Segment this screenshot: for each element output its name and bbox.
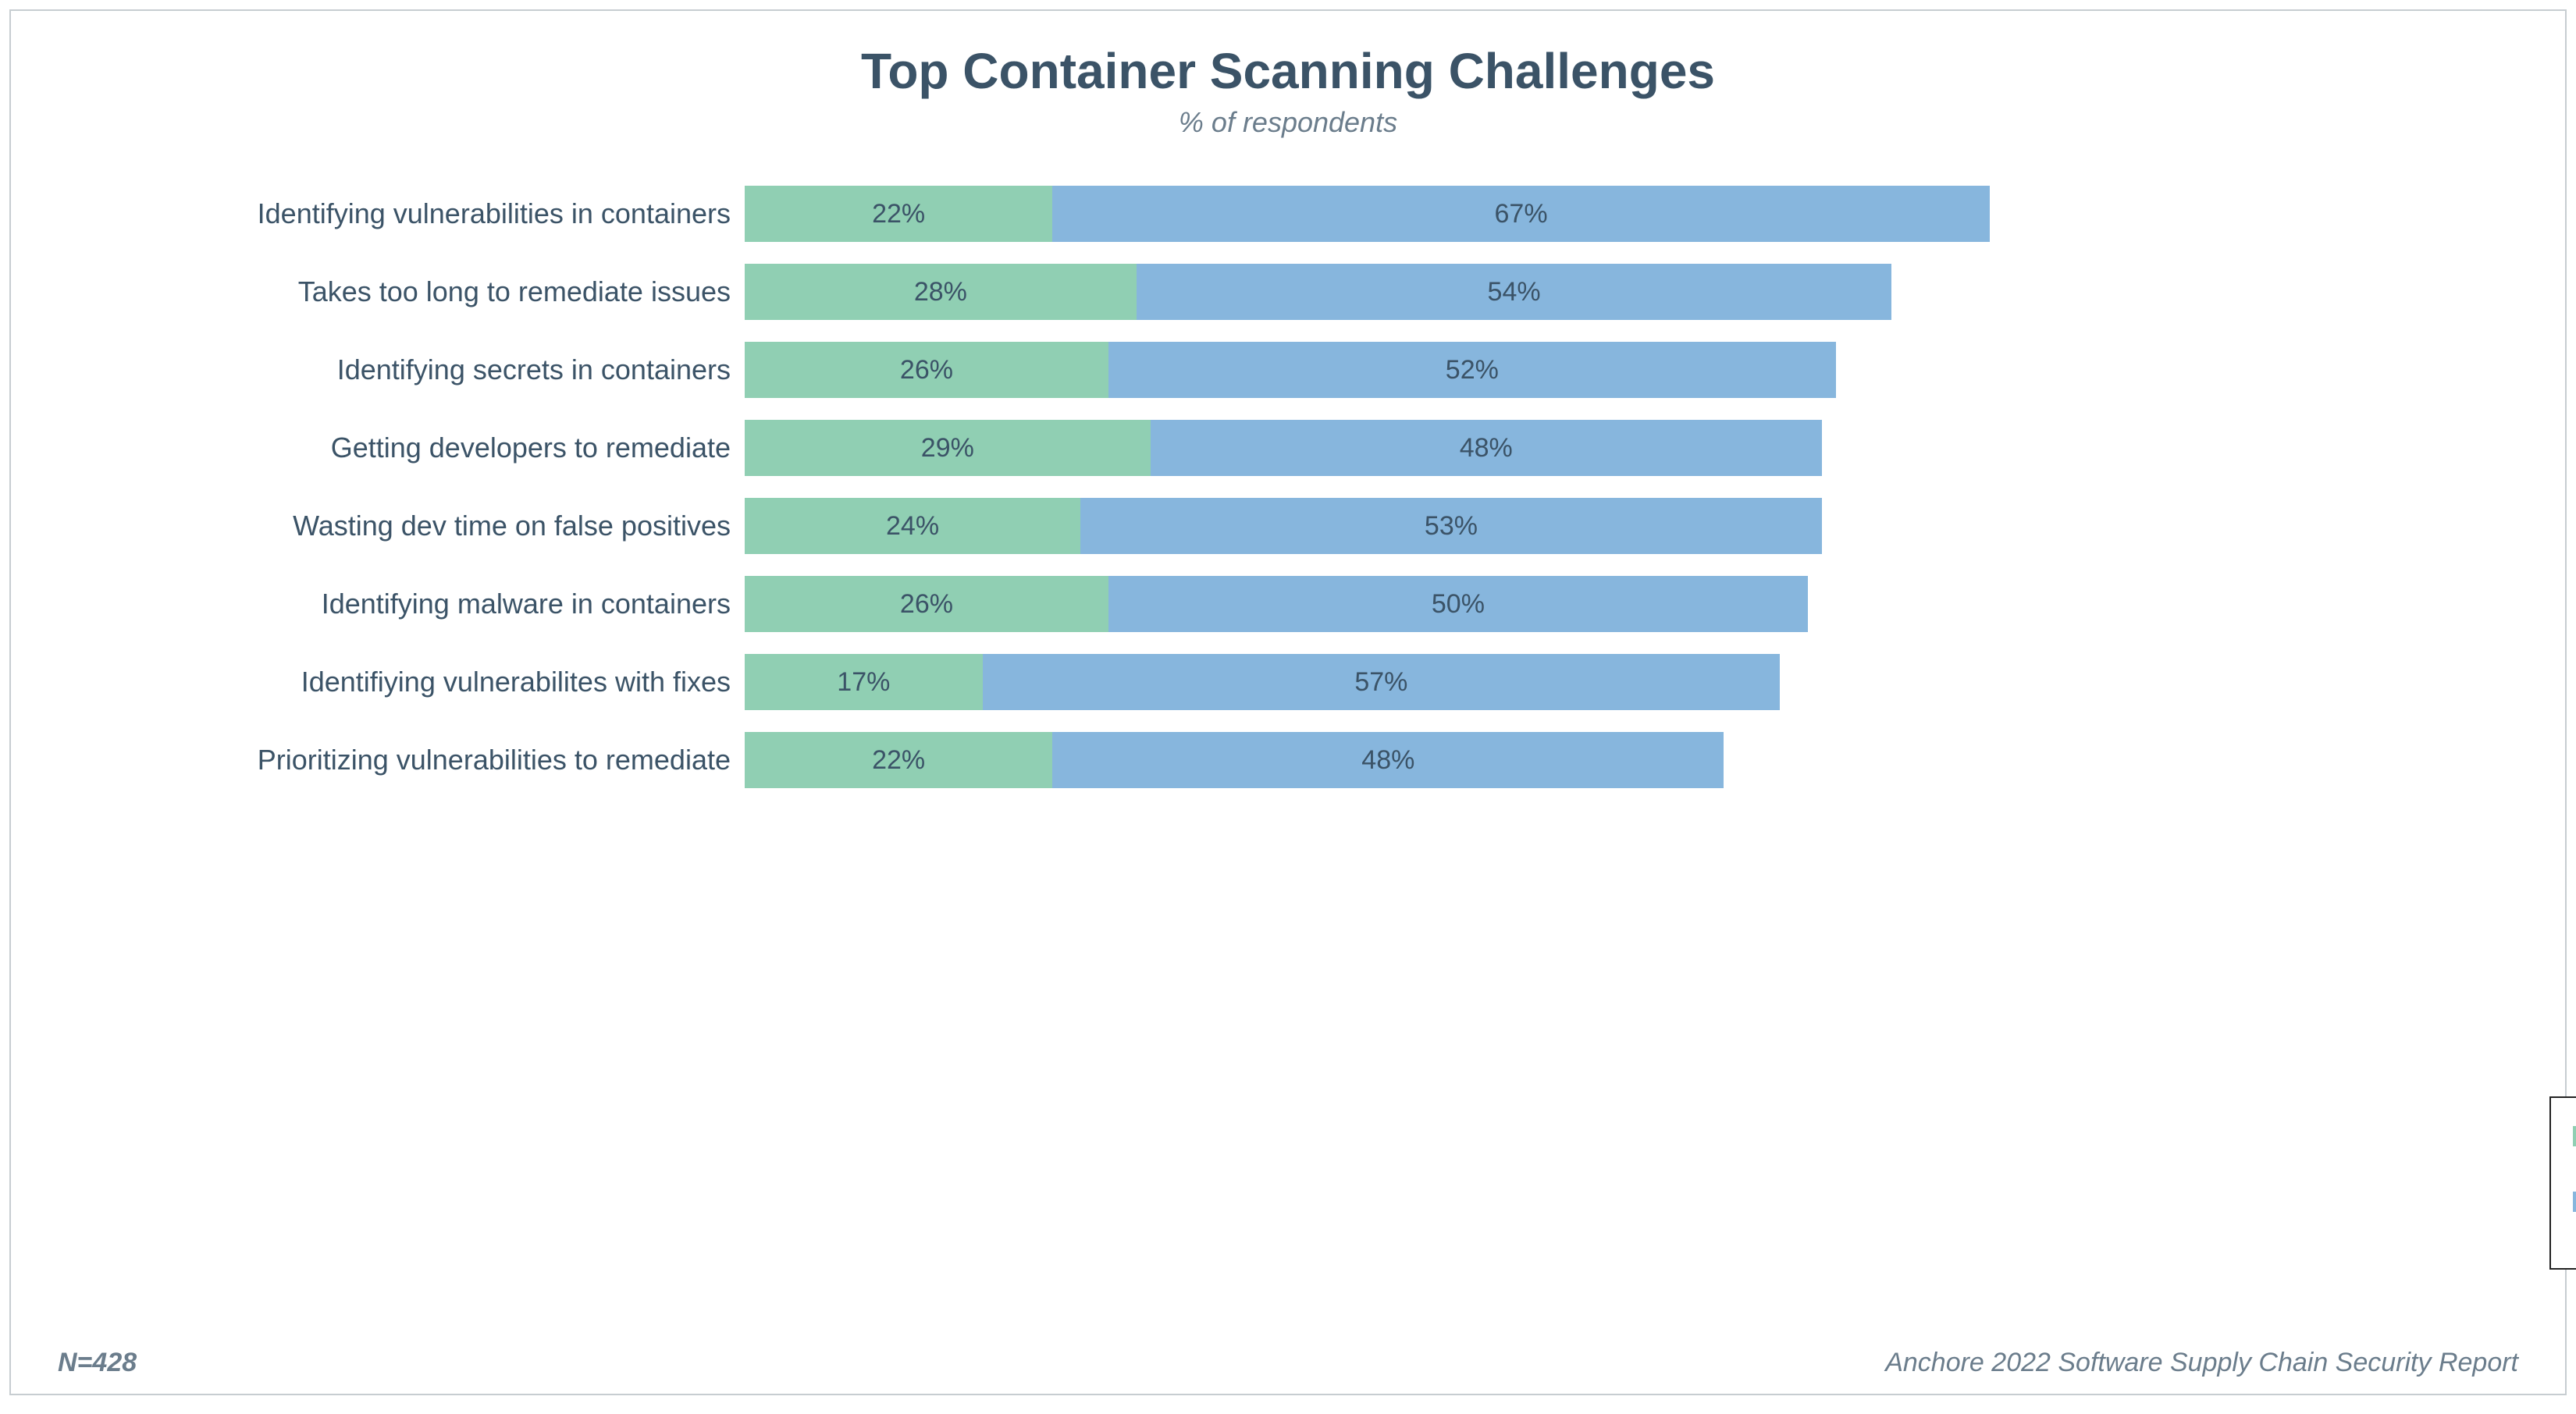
- bar-segment-somewhat: 48%: [1151, 420, 1822, 476]
- bar-row: Identifiying vulnerabilites with fixes17…: [58, 654, 2144, 710]
- bar-row: Identifying malware in containers26%50%: [58, 576, 2144, 632]
- bar-row: Prioritizing vulnerabilities to remediat…: [58, 732, 2144, 788]
- bar-track: 22%67%: [745, 186, 2144, 242]
- bar-label: Identifiying vulnerabilites with fixes: [58, 666, 745, 698]
- bar-segment-somewhat: 67%: [1052, 186, 1990, 242]
- legend-item-significant: Significant challenge: [2573, 1121, 2576, 1179]
- bar-track: 28%54%: [745, 264, 2144, 320]
- bar-label: Identifying secrets in containers: [58, 354, 745, 386]
- bar-label: Identifying vulnerabilities in container…: [58, 197, 745, 230]
- bar-label: Prioritizing vulnerabilities to remediat…: [58, 744, 745, 776]
- bar-track: 26%50%: [745, 576, 2144, 632]
- chart-subtitle: % of respondents: [58, 106, 2518, 139]
- bar-segment-somewhat: 57%: [983, 654, 1780, 710]
- bar-segment-somewhat: 52%: [1108, 342, 1836, 398]
- bar-label: Takes too long to remediate issues: [58, 275, 745, 308]
- footer: N=428 Anchore 2022 Software Supply Chain…: [58, 1348, 2518, 1378]
- chart-title: Top Container Scanning Challenges: [58, 42, 2518, 100]
- bar-segment-significant: 22%: [745, 186, 1052, 242]
- bars-area: Identifying vulnerabilities in container…: [58, 186, 2518, 1316]
- bar-label: Identifying malware in containers: [58, 588, 745, 620]
- bar-track: 29%48%: [745, 420, 2144, 476]
- bar-track: 26%52%: [745, 342, 2144, 398]
- bar-track: 24%53%: [745, 498, 2144, 554]
- bar-segment-significant: 26%: [745, 342, 1108, 398]
- bar-segment-somewhat: 48%: [1052, 732, 1724, 788]
- bar-row: Takes too long to remediate issues28%54%: [58, 264, 2144, 320]
- source-citation: Anchore 2022 Software Supply Chain Secur…: [1885, 1348, 2518, 1378]
- bar-segment-significant: 24%: [745, 498, 1080, 554]
- bar-segment-somewhat: 50%: [1108, 576, 1808, 632]
- bar-label: Getting developers to remediate: [58, 432, 745, 464]
- bar-segment-significant: 22%: [745, 732, 1052, 788]
- chart-frame: Top Container Scanning Challenges % of r…: [9, 9, 2567, 1395]
- legend-item-somewhat: Somewhat of a challenge: [2573, 1187, 2576, 1245]
- bar-segment-somewhat: 54%: [1137, 264, 1892, 320]
- title-block: Top Container Scanning Challenges % of r…: [58, 42, 2518, 139]
- bar-row: Wasting dev time on false positives24%53…: [58, 498, 2144, 554]
- bar-label: Wasting dev time on false positives: [58, 510, 745, 542]
- bar-segment-significant: 26%: [745, 576, 1108, 632]
- bar-row: Identifying vulnerabilities in container…: [58, 186, 2144, 242]
- bar-segment-significant: 29%: [745, 420, 1151, 476]
- bar-track: 22%48%: [745, 732, 2144, 788]
- bar-segment-significant: 17%: [745, 654, 983, 710]
- legend-swatch-somewhat-icon: [2573, 1192, 2576, 1212]
- bar-row: Identifying secrets in containers26%52%: [58, 342, 2144, 398]
- bar-segment-somewhat: 53%: [1080, 498, 1822, 554]
- bar-segment-significant: 28%: [745, 264, 1137, 320]
- legend: Significant challenge Somewhat of a chal…: [2549, 1096, 2576, 1270]
- bar-row: Getting developers to remediate29%48%: [58, 420, 2144, 476]
- legend-swatch-significant-icon: [2573, 1126, 2576, 1146]
- bar-track: 17%57%: [745, 654, 2144, 710]
- sample-size: N=428: [58, 1348, 137, 1378]
